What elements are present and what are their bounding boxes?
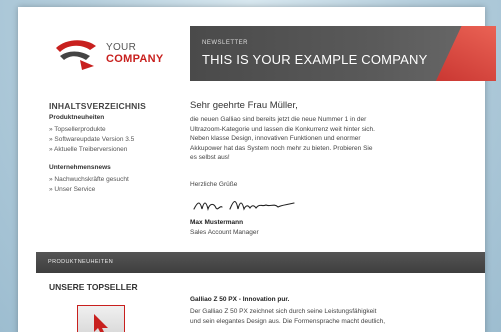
banner-headline: THIS IS YOUR EXAMPLE COMPANY	[202, 52, 428, 67]
letter-greeting: Sehr geehrte Frau Müller,	[190, 100, 298, 111]
toc-link-jobs[interactable]: » Nachwuchskräfte gesucht	[49, 176, 129, 183]
toc-section-company-news: Unternehmensnews	[49, 164, 111, 171]
toc-link-drivers[interactable]: » Aktuelle Treiberversionen	[49, 146, 127, 153]
cursor-arrow-icon	[94, 314, 108, 332]
letter-body-line: die neuen Galliao sind bereits jetzt die…	[190, 116, 367, 123]
banner-decor-stripe	[423, 26, 496, 81]
letter-body-line: Neben klasse Design, innovativen Funktio…	[190, 135, 361, 142]
toc-link-software-update[interactable]: » Softwareupdate Version 3.5	[49, 136, 134, 143]
banner-kicker: NEWSLETTER	[202, 40, 249, 46]
logo-mark-icon	[56, 40, 96, 70]
product-desc-line: und sein elegantes Design aus. Die Forme…	[190, 317, 386, 325]
sender-role: Sales Account Manager	[190, 229, 259, 236]
product-description: Der Galliao Z 50 PX zeichnet sich durch …	[190, 307, 480, 326]
toc-title: INHALTSVERZEICHNIS	[49, 101, 146, 111]
newsletter-banner: NEWSLETTER THIS IS YOUR EXAMPLE COMPANY	[190, 26, 496, 81]
product-image[interactable]	[77, 305, 125, 332]
logo-text-company: COMPANY	[106, 53, 164, 65]
section-bar-label: PRODUKTNEUHEITEN	[48, 259, 114, 265]
letter-body-line: Akkupower hat das System noch mehr zu bi…	[190, 144, 373, 152]
product-desc-line: Der Galliao Z 50 PX zeichnet sich durch …	[190, 308, 377, 315]
letter-body: die neuen Galliao sind bereits jetzt die…	[190, 115, 466, 163]
topseller-title: UNSERE TOPSELLER	[49, 282, 138, 292]
section-bar-products: PRODUKTNEUHEITEN	[36, 252, 485, 273]
handwritten-signature	[190, 193, 300, 222]
letter-body-line: es selbst aus!	[190, 154, 230, 161]
product-name[interactable]: Galliao Z 50 PX - Innovation pur.	[190, 296, 289, 303]
toc-link-service[interactable]: » Unser Service	[49, 186, 95, 193]
company-logo[interactable]: YOUR COMPANY	[50, 36, 175, 76]
logo-text-your: YOUR	[106, 42, 137, 53]
letter-body-line: Ultrazoom-Kategorie und lassen die Konku…	[190, 125, 375, 133]
letter-regards: Herzliche Grüße	[190, 181, 238, 188]
toc-link-topseller[interactable]: » Topsellerprodukte	[49, 126, 106, 133]
toc-section-products: Produktneuheiten	[49, 114, 105, 121]
sender-name: Max Mustermann	[190, 219, 244, 226]
